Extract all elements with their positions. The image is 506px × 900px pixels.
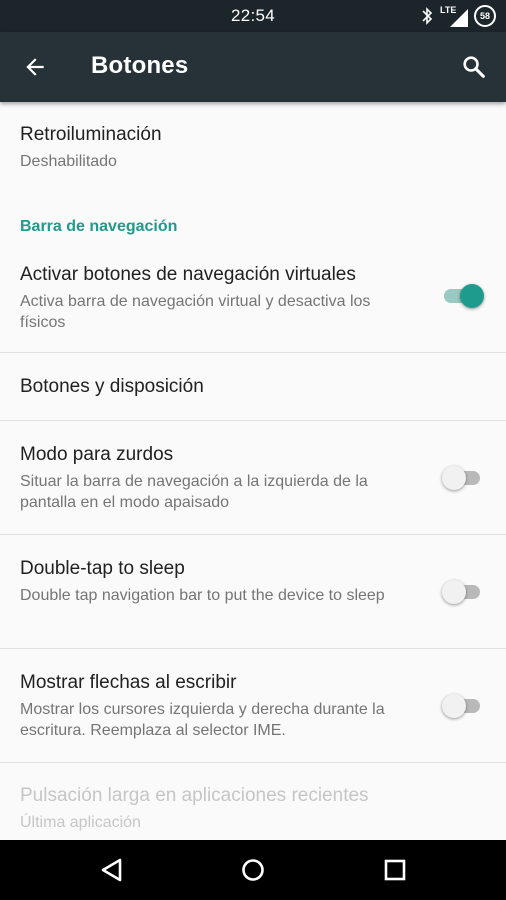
navigation-bar <box>0 840 506 900</box>
setting-title: Activar botones de navegación virtuales <box>20 264 356 285</box>
setting-left-hand-mode[interactable]: Modo para zurdos Situar la barra de nave… <box>0 421 506 534</box>
recents-square-icon[interactable] <box>380 855 410 885</box>
arrow-back-icon[interactable] <box>22 54 48 80</box>
setting-summary: Double tap navigation bar to put the dev… <box>20 587 385 604</box>
back-triangle-icon[interactable] <box>97 855 127 885</box>
setting-title: Retroiluminación <box>20 124 162 145</box>
setting-title: Double-tap to sleep <box>20 558 185 579</box>
toggle-switch[interactable] <box>442 465 482 491</box>
settings-list: Retroiluminación Deshabilitado Barra de … <box>0 102 506 840</box>
battery-icon: 58 <box>474 5 496 27</box>
setting-summary: Deshabilitado <box>20 153 117 170</box>
switch-thumb <box>442 466 466 490</box>
setting-title: Botones y disposición <box>20 376 204 397</box>
switch-thumb <box>442 694 466 718</box>
battery-level: 58 <box>479 11 490 21</box>
toggle-switch[interactable] <box>442 579 482 605</box>
setting-summary: Última aplicación <box>20 814 141 831</box>
switch-thumb <box>460 284 484 308</box>
status-bar: 22:54 LTE 58 <box>0 0 506 32</box>
setting-summary: Activa barra de navegación virtual y des… <box>20 293 371 331</box>
page-title: Botones <box>91 52 189 79</box>
toggle-switch[interactable] <box>442 283 484 309</box>
setting-long-press-recents: Pulsación larga en aplicaciones reciente… <box>0 763 506 840</box>
setting-buttons-layout[interactable]: Botones y disposición <box>0 353 506 420</box>
setting-show-arrows[interactable]: Mostrar flechas al escribir Mostrar los … <box>0 649 506 762</box>
setting-double-tap-sleep[interactable]: Double-tap to sleep Double tap navigatio… <box>0 535 506 648</box>
status-icons: LTE 58 <box>420 5 496 27</box>
setting-summary: Situar la barra de navegación a la izqui… <box>20 473 368 511</box>
setting-backlight[interactable]: Retroiluminación Deshabilitado <box>0 102 506 184</box>
toggle-switch[interactable] <box>442 693 482 719</box>
home-circle-icon[interactable] <box>238 855 268 885</box>
lte-signal-icon: LTE <box>440 5 468 27</box>
bluetooth-icon <box>422 7 433 25</box>
section-header-navigation: Barra de navegación <box>20 218 178 235</box>
setting-title: Modo para zurdos <box>20 444 174 465</box>
setting-title: Mostrar flechas al escribir <box>20 672 237 693</box>
app-bar: Botones <box>0 32 506 102</box>
setting-summary: Mostrar los cursores izquierda y derecha… <box>20 701 385 739</box>
switch-thumb <box>442 580 466 604</box>
search-icon[interactable] <box>460 53 488 81</box>
setting-virtual-nav[interactable]: Activar botones de navegación virtuales … <box>0 248 506 352</box>
setting-title: Pulsación larga en aplicaciones reciente… <box>20 785 369 806</box>
